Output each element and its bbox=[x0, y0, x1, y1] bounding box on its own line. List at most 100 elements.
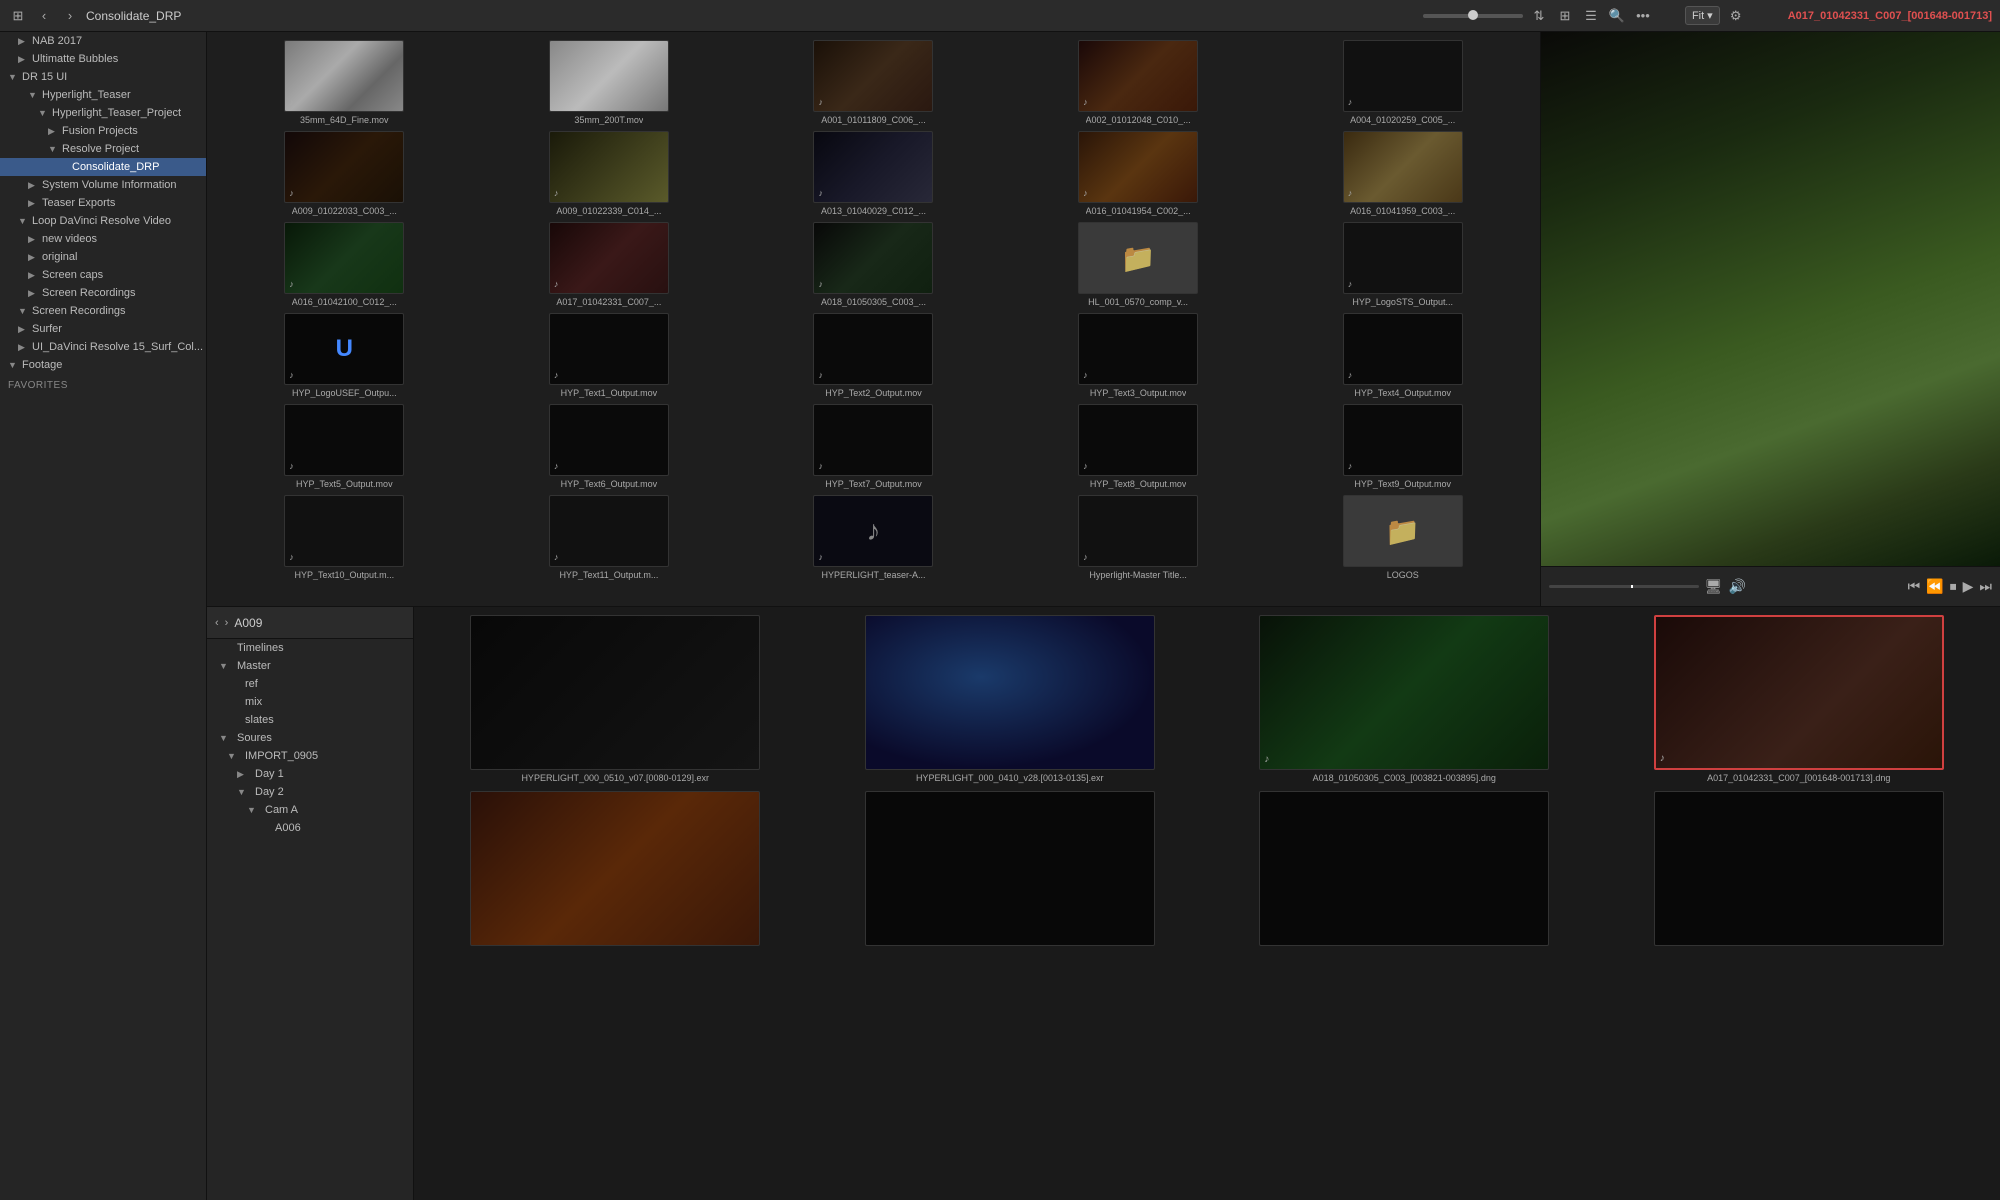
media-item-item7[interactable]: ♪A009_01022339_C014_... bbox=[480, 131, 739, 216]
sidebar-item-teaser-exports[interactable]: Teaser Exports bbox=[0, 194, 206, 212]
fit-btn[interactable]: Fit ▾ bbox=[1685, 6, 1720, 25]
audio-icon: ♪ bbox=[1348, 370, 1353, 380]
sidebar-item-screen-recordings-2[interactable]: Screen Recordings bbox=[0, 302, 206, 320]
slider-track[interactable] bbox=[1423, 14, 1523, 18]
sidebar-item-new-videos[interactable]: new videos bbox=[0, 230, 206, 248]
clip-item-clip1[interactable]: HYPERLIGHT_000_0510_v07.[0080-0129].exr bbox=[422, 615, 809, 783]
sort-btn[interactable]: ⇅ bbox=[1529, 6, 1549, 26]
sidebar-item-nab2017[interactable]: NAB 2017 bbox=[0, 32, 206, 50]
media-item-item27[interactable]: ♪HYP_Text11_Output.m... bbox=[480, 495, 739, 580]
sidebar-label-system-volume: System Volume Information bbox=[42, 179, 177, 191]
clip-item-clip8[interactable] bbox=[1606, 791, 1993, 949]
sidebar-item-dr15ui[interactable]: DR 15 UI bbox=[0, 68, 206, 86]
media-item-item22[interactable]: ♪HYP_Text6_Output.mov bbox=[480, 404, 739, 489]
sidebar-item-ui-davinci[interactable]: UI_DaVinci Resolve 15_Surf_Col... bbox=[0, 338, 206, 356]
skip-forward-icon[interactable]: ⏭ bbox=[1979, 578, 1992, 595]
settings-icon[interactable]: ⚙ bbox=[1726, 6, 1746, 26]
monitor-icon[interactable]: 🖥 bbox=[1705, 578, 1723, 595]
sidebar-item-screen-caps[interactable]: Screen caps bbox=[0, 266, 206, 284]
tl-item-mix[interactable]: mix bbox=[207, 693, 413, 711]
media-thumb-item28: ♪♪ bbox=[813, 495, 933, 567]
clip-item-clip2[interactable]: HYPERLIGHT_000_0410_v28.[0013-0135].exr bbox=[817, 615, 1204, 783]
volume-icon[interactable]: 🔊 bbox=[1728, 578, 1745, 595]
media-item-item10[interactable]: ♪A016_01041959_C003_... bbox=[1273, 131, 1532, 216]
media-item-item8[interactable]: ♪A013_01040029_C012_... bbox=[744, 131, 1003, 216]
skip-back-icon[interactable]: ⏮ bbox=[1908, 578, 1921, 595]
tl-item-soures[interactable]: Soures bbox=[207, 729, 413, 747]
media-item-item17[interactable]: ♪HYP_Text1_Output.mov bbox=[480, 313, 739, 398]
sidebar-item-screen-recordings-1[interactable]: Screen Recordings bbox=[0, 284, 206, 302]
slider-thumb[interactable] bbox=[1468, 10, 1478, 20]
media-item-item11[interactable]: ♪A016_01042100_C012_... bbox=[215, 222, 474, 307]
media-item-item24[interactable]: ♪HYP_Text8_Output.mov bbox=[1009, 404, 1268, 489]
tl-item-slates[interactable]: slates bbox=[207, 711, 413, 729]
tl-item-timelines[interactable]: Timelines bbox=[207, 639, 413, 657]
media-item-item13[interactable]: ♪A018_01050305_C003_... bbox=[744, 222, 1003, 307]
media-item-item23[interactable]: ♪HYP_Text7_Output.mov bbox=[744, 404, 1003, 489]
clip-item-clip3[interactable]: ♪A018_01050305_C003_[003821-003895].dng bbox=[1211, 615, 1598, 783]
media-thumb-item27: ♪ bbox=[549, 495, 669, 567]
media-item-item20[interactable]: ♪HYP_Text4_Output.mov bbox=[1273, 313, 1532, 398]
media-label-item17: HYP_Text1_Output.mov bbox=[561, 388, 658, 398]
sidebar-item-surfer[interactable]: Surfer bbox=[0, 320, 206, 338]
app-menu-icon[interactable]: ⊞ bbox=[8, 6, 28, 26]
step-back-icon[interactable]: ⏪ bbox=[1926, 578, 1943, 595]
sidebar-item-original[interactable]: original bbox=[0, 248, 206, 266]
tl-forward-btn[interactable]: › bbox=[225, 617, 229, 629]
sidebar-item-loop-davinci[interactable]: Loop DaVinci Resolve Video bbox=[0, 212, 206, 230]
media-item-item16[interactable]: U♪HYP_LogoUSEF_Outpu... bbox=[215, 313, 474, 398]
timeline-content[interactable]: HYPERLIGHT_000_0510_v07.[0080-0129].exrH… bbox=[414, 607, 2000, 1200]
media-item-item2[interactable]: 35mm_200T.mov bbox=[480, 40, 739, 125]
chevron-ultimatte-bubbles bbox=[18, 54, 30, 65]
more-btn[interactable]: ••• bbox=[1633, 6, 1653, 26]
sidebar-item-consolidate-drp[interactable]: Consolidate_DRP bbox=[0, 158, 206, 176]
media-item-item14[interactable]: 📁HL_001_0570_comp_v... bbox=[1009, 222, 1268, 307]
clip-item-clip5[interactable] bbox=[422, 791, 809, 949]
clip-item-clip6[interactable] bbox=[817, 791, 1204, 949]
sidebar-item-ultimatte-bubbles[interactable]: Ultimatte Bubbles bbox=[0, 50, 206, 68]
media-item-item1[interactable]: ♪35mm_64D_Fine.mov bbox=[215, 40, 474, 125]
tl-item-day1[interactable]: Day 1 bbox=[207, 765, 413, 783]
media-item-item5[interactable]: ♪A004_01020259_C005_... bbox=[1273, 40, 1532, 125]
tl-item-cama[interactable]: Cam A bbox=[207, 801, 413, 819]
tl-item-a006[interactable]: A006 bbox=[207, 819, 413, 837]
media-item-item25[interactable]: ♪HYP_Text9_Output.mov bbox=[1273, 404, 1532, 489]
media-item-item28[interactable]: ♪♪HYPERLIGHT_teaser-A... bbox=[744, 495, 1003, 580]
stop-btn[interactable]: ⏹ bbox=[1950, 578, 1957, 595]
media-item-item12[interactable]: ♪A017_01042331_C007_... bbox=[480, 222, 739, 307]
media-item-item18[interactable]: ♪HYP_Text2_Output.mov bbox=[744, 313, 1003, 398]
list-view-btn[interactable]: ☰ bbox=[1581, 6, 1601, 26]
media-item-item26[interactable]: ♪HYP_Text10_Output.m... bbox=[215, 495, 474, 580]
preview-timeline[interactable] bbox=[1549, 585, 1699, 588]
media-item-item6[interactable]: ♪A009_01022033_C003_... bbox=[215, 131, 474, 216]
sidebar-item-hyperlight-teaser[interactable]: Hyperlight_Teaser bbox=[0, 86, 206, 104]
zoom-slider[interactable] bbox=[1423, 14, 1523, 18]
media-item-item15[interactable]: ♪HYP_LogoSTS_Output... bbox=[1273, 222, 1532, 307]
grid-view-btn[interactable]: ⊞ bbox=[1555, 6, 1575, 26]
sidebar-item-system-volume[interactable]: System Volume Information bbox=[0, 176, 206, 194]
media-item-item29[interactable]: ♪Hyperlight-Master Title... bbox=[1009, 495, 1268, 580]
clip-item-clip7[interactable] bbox=[1211, 791, 1598, 949]
sidebar-item-resolve-project[interactable]: Resolve Project bbox=[0, 140, 206, 158]
forward-btn[interactable]: › bbox=[60, 6, 80, 26]
tl-item-ref[interactable]: ref bbox=[207, 675, 413, 693]
back-btn[interactable]: ‹ bbox=[34, 6, 54, 26]
tl-item-import0905[interactable]: IMPORT_0905 bbox=[207, 747, 413, 765]
media-browser[interactable]: ♪35mm_64D_Fine.mov35mm_200T.mov♪A001_010… bbox=[207, 32, 1540, 606]
sidebar-item-fusion-projects[interactable]: Fusion Projects bbox=[0, 122, 206, 140]
media-item-item30[interactable]: 📁LOGOS bbox=[1273, 495, 1532, 580]
media-item-item4[interactable]: ♪A002_01012048_C010_... bbox=[1009, 40, 1268, 125]
audio-icon: ♪ bbox=[1083, 461, 1088, 471]
sidebar-item-footage[interactable]: Footage bbox=[0, 356, 206, 374]
play-btn[interactable]: ▶ bbox=[1963, 578, 1974, 595]
sidebar-item-hyperlight-teaser-project[interactable]: Hyperlight_Teaser_Project bbox=[0, 104, 206, 122]
media-item-item19[interactable]: ♪HYP_Text3_Output.mov bbox=[1009, 313, 1268, 398]
tl-item-master[interactable]: Master bbox=[207, 657, 413, 675]
search-btn[interactable]: 🔍 bbox=[1607, 6, 1627, 26]
media-item-item9[interactable]: ♪A016_01041954_C002_... bbox=[1009, 131, 1268, 216]
clip-item-clip4[interactable]: ♪A017_01042331_C007_[001648-001713].dng bbox=[1606, 615, 1993, 783]
media-item-item3[interactable]: ♪A001_01011809_C006_... bbox=[744, 40, 1003, 125]
media-item-item21[interactable]: ♪HYP_Text5_Output.mov bbox=[215, 404, 474, 489]
tl-back-btn[interactable]: ‹ bbox=[215, 617, 219, 629]
tl-item-day2[interactable]: Day 2 bbox=[207, 783, 413, 801]
